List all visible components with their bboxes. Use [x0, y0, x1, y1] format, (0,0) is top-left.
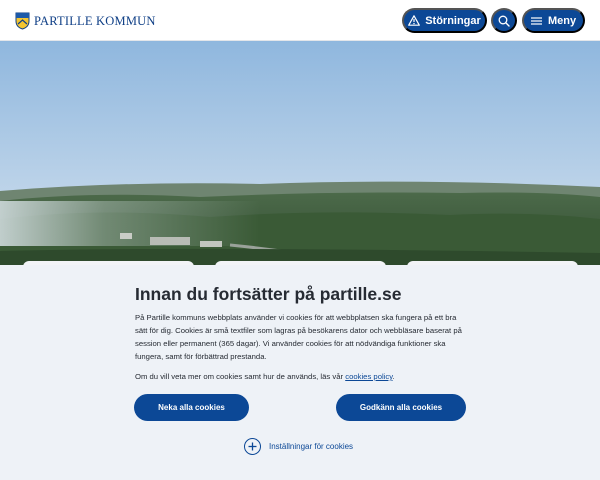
cookie-policy-link[interactable]: cookies policy: [345, 372, 392, 381]
policy-suffix: .: [392, 372, 395, 381]
hamburger-icon: [530, 16, 542, 25]
consent-body-text: På Partille kommuns webbplats använder v…: [135, 313, 462, 361]
hero-image: [0, 41, 600, 270]
disruptions-button[interactable]: Störningar: [402, 8, 487, 33]
policy-prefix: Om du vill veta mer om cookies samt hur …: [135, 372, 346, 381]
site-header: PARTILLE KOMMUN Störningar Meny: [0, 0, 600, 41]
consent-policy-text: Om du vill veta mer om cookies samt hur …: [135, 370, 475, 383]
consent-title: Innan du fortsätter på partille.se: [135, 284, 402, 304]
menu-label: Meny: [547, 14, 577, 27]
warning-triangle-icon: [408, 15, 421, 26]
menu-button[interactable]: Meny: [522, 8, 585, 33]
coat-of-arms-icon: [15, 12, 30, 30]
logo-text: PARTILLE KOMMUN: [34, 13, 156, 28]
disruptions-label: Störningar: [425, 14, 481, 27]
plus-circle-icon: [244, 438, 261, 455]
search-icon: [498, 15, 510, 27]
site-logo[interactable]: PARTILLE KOMMUN: [15, 12, 156, 30]
cookie-settings-link[interactable]: Inställningar för cookies: [244, 438, 353, 455]
accept-all-cookies-button[interactable]: Godkänn alla cookies: [336, 394, 466, 421]
cookie-settings-label: Inställningar för cookies: [269, 442, 354, 451]
deny-all-cookies-button[interactable]: Neka alla cookies: [134, 394, 249, 421]
search-button[interactable]: [491, 8, 517, 33]
